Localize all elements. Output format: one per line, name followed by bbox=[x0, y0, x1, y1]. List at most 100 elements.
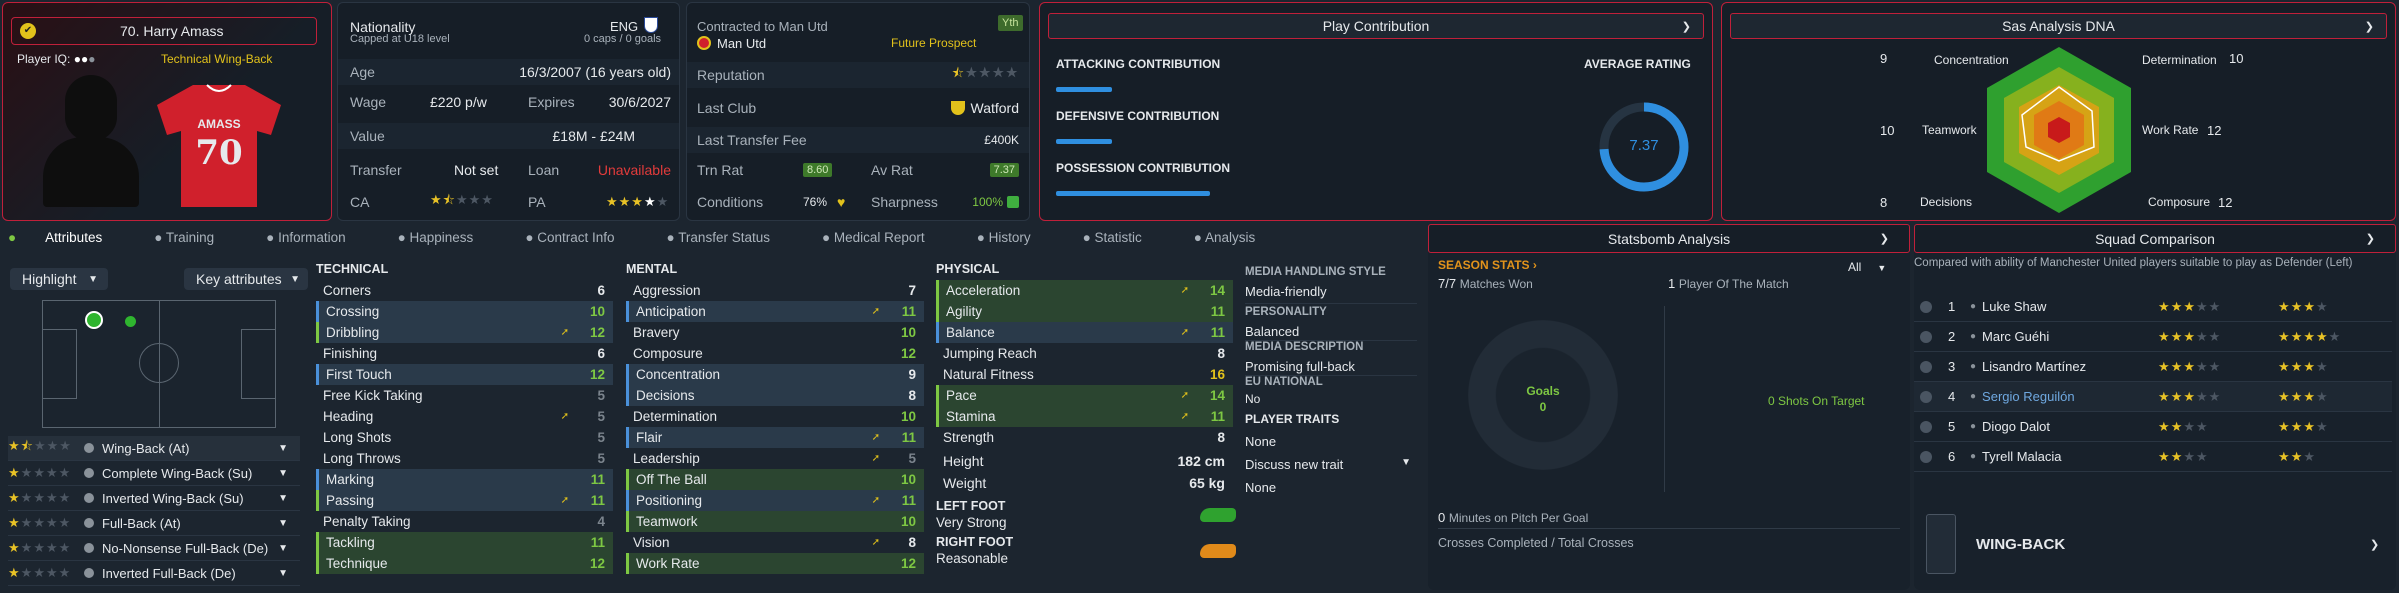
role-row[interactable]: ★★★★★ Full-Back (At) ▼ bbox=[8, 511, 300, 536]
attribute-row[interactable]: Crossing 10 bbox=[316, 301, 613, 322]
attribute-name: Jumping Reach bbox=[943, 346, 1037, 361]
value-row[interactable]: Value £18M - £24M bbox=[338, 123, 679, 149]
attribute-row[interactable]: Teamwork 10 bbox=[626, 511, 924, 532]
attribute-row[interactable]: Aggression 7 bbox=[626, 280, 924, 301]
attribute-row[interactable]: Flair 11 ➚ bbox=[626, 427, 924, 448]
attribute-value: 8 bbox=[908, 388, 916, 403]
attribute-row[interactable]: Agility 11 bbox=[936, 301, 1233, 322]
radio-icon[interactable] bbox=[1920, 360, 1932, 373]
attribute-row[interactable]: Composure 12 bbox=[626, 343, 924, 364]
attribute-row[interactable]: Leadership 5 ➚ bbox=[626, 448, 924, 469]
attribute-row[interactable]: Stamina 11 ➚ bbox=[936, 406, 1233, 427]
season-stats-link[interactable]: SEASON STATS › bbox=[1438, 258, 1537, 272]
player-name-box[interactable]: ✔ 70. Harry Amass bbox=[11, 17, 317, 45]
minutes-per-goal: 0 Minutes on Pitch Per Goal bbox=[1438, 510, 1588, 525]
squad-player-name[interactable]: Tyrell Malacia bbox=[1982, 449, 2158, 464]
attribute-row[interactable]: Acceleration 14 ➚ bbox=[936, 280, 1233, 301]
squad-player-name[interactable]: Luke Shaw bbox=[1982, 299, 2158, 314]
attribute-row[interactable]: Pace 14 ➚ bbox=[936, 385, 1233, 406]
attribute-row[interactable]: Concentration 9 bbox=[626, 364, 924, 385]
squad-player-name[interactable]: Marc Guéhi bbox=[1982, 329, 2158, 344]
tab-information[interactable]: ● Information bbox=[266, 230, 371, 248]
discuss-trait-dropdown[interactable]: Discuss new trait ▼ bbox=[1245, 457, 1417, 472]
attribute-row[interactable]: Dribbling 12 ➚ bbox=[316, 322, 613, 343]
role-row[interactable]: ★★★★★ Inverted Full-Back (De) ▼ bbox=[8, 561, 300, 586]
play-contribution-header[interactable]: Play Contribution ❯ bbox=[1048, 13, 1704, 39]
loan-value[interactable]: Unavailable bbox=[598, 162, 671, 178]
tab-happiness[interactable]: ● Happiness bbox=[398, 230, 500, 248]
attribute-row[interactable]: Off The Ball 10 bbox=[626, 469, 924, 490]
role-row[interactable]: ★⯪★★★ Wing-Back (At) ▼ bbox=[8, 436, 300, 461]
attribute-row[interactable]: Technique 12 bbox=[316, 553, 613, 574]
tab-training[interactable]: ● Training bbox=[154, 230, 240, 248]
last-club-value[interactable]: Watford bbox=[971, 100, 1020, 116]
key-attributes-dropdown[interactable]: Key attributes ▼ bbox=[184, 268, 308, 290]
statsbomb-header[interactable]: Statsbomb Analysis ❯ bbox=[1428, 224, 1910, 253]
radio-icon[interactable] bbox=[1920, 420, 1932, 433]
attribute-row[interactable]: Anticipation 11 ➚ bbox=[626, 301, 924, 322]
transfer-value[interactable]: Not set bbox=[454, 162, 498, 178]
club-name[interactable]: Man Utd bbox=[717, 36, 766, 51]
attribute-row[interactable]: Passing 11 ➚ bbox=[316, 490, 613, 511]
radio-icon[interactable] bbox=[1920, 330, 1932, 343]
filter-dropdown[interactable]: All ▼ bbox=[1848, 260, 1886, 274]
weight-value: 65 kg bbox=[1189, 474, 1225, 491]
squad-player-name[interactable]: Sergio Reguilón bbox=[1982, 389, 2158, 404]
attribute-row[interactable]: Balance 11 ➚ bbox=[936, 322, 1233, 343]
attribute-row[interactable]: Heading 5 ➚ bbox=[316, 406, 613, 427]
tab-medical-report[interactable]: ● Medical Report bbox=[822, 230, 951, 248]
attribute-value: 12 bbox=[900, 556, 916, 571]
attribute-name: Leadership bbox=[633, 451, 700, 466]
squad-player-name[interactable]: Diogo Dalot bbox=[1982, 419, 2158, 434]
attribute-row[interactable]: Work Rate 12 bbox=[626, 553, 924, 574]
tab-attributes[interactable]: ● Attributes bbox=[8, 230, 128, 248]
attribute-row[interactable]: Long Throws 5 bbox=[316, 448, 613, 469]
attribute-row[interactable]: Natural Fitness 16 bbox=[936, 364, 1233, 385]
nation-code[interactable]: ENG bbox=[610, 19, 638, 34]
attribute-row[interactable]: Positioning 11 ➚ bbox=[626, 490, 924, 511]
attribute-row[interactable]: Corners 6 bbox=[316, 280, 613, 301]
tab-statistic[interactable]: ● Statistic bbox=[1083, 230, 1168, 248]
attribute-row[interactable]: Finishing 6 bbox=[316, 343, 613, 364]
attribute-row[interactable]: Free Kick Taking 5 bbox=[316, 385, 613, 406]
chevron-down-icon[interactable]: ❯ bbox=[2370, 538, 2379, 551]
heart-icon: ♥ bbox=[837, 194, 846, 210]
attribute-row[interactable]: Long Shots 5 bbox=[316, 427, 613, 448]
role-row[interactable]: ★★★★★ Complete Wing-Back (Su) ▼ bbox=[8, 461, 300, 486]
attribute-row[interactable]: Marking 11 bbox=[316, 469, 613, 490]
squad-row[interactable]: 6 ● Tyrell Malacia ★★★★ ★★★ bbox=[1914, 442, 2392, 472]
radio-icon[interactable] bbox=[1920, 450, 1932, 463]
highlight-dropdown[interactable]: Highlight ▼ bbox=[10, 268, 108, 290]
squad-row[interactable]: 1 ● Luke Shaw ★★★★★ ★★★★ bbox=[1914, 292, 2392, 322]
contract-panel: Contracted to Man Utd Yth Man Utd Future… bbox=[686, 2, 1030, 221]
tab-analysis[interactable]: ● Analysis bbox=[1194, 230, 1281, 248]
squad-row[interactable]: 3 ● Lisandro Martínez ★★★★★ ★★★★ bbox=[1914, 352, 2392, 382]
radio-icon[interactable] bbox=[1920, 390, 1932, 403]
attribute-row[interactable]: Strength 8 bbox=[936, 427, 1233, 448]
squad-row[interactable]: 4 ● Sergio Reguilón ★★★★★ ★★★★ bbox=[1914, 382, 2392, 412]
chevron-down-icon: ❯ bbox=[1681, 20, 1691, 33]
tab-transfer-status[interactable]: ● Transfer Status bbox=[667, 230, 796, 248]
chevron-down-icon: ❯ bbox=[2364, 20, 2374, 33]
tab-contract-info[interactable]: ● Contract Info bbox=[525, 230, 640, 248]
dna-header[interactable]: Sas Analysis DNA ❯ bbox=[1730, 13, 2387, 39]
squad-player-name[interactable]: Lisandro Martínez bbox=[1982, 359, 2158, 374]
squad-row[interactable]: 5 ● Diogo Dalot ★★★★ ★★★★ bbox=[1914, 412, 2392, 442]
attribute-row[interactable]: Penalty Taking 4 bbox=[316, 511, 613, 532]
role-row[interactable]: ★★★★★ Inverted Wing-Back (Su) ▼ bbox=[8, 486, 300, 511]
info-icon bbox=[84, 443, 94, 453]
radio-icon[interactable] bbox=[1920, 300, 1932, 313]
chevron-down-icon: ▼ bbox=[278, 542, 288, 554]
attribute-row[interactable]: Tackling 11 bbox=[316, 532, 613, 553]
attribute-row[interactable]: Determination 10 bbox=[626, 406, 924, 427]
squad-row[interactable]: 2 ● Marc Guéhi ★★★★★ ★★★★★ bbox=[1914, 322, 2392, 352]
tab-history[interactable]: ● History bbox=[977, 230, 1057, 248]
attribute-row[interactable]: Decisions 8 bbox=[626, 385, 924, 406]
role-row[interactable]: ★★★★★ No-Nonsense Full-Back (De) ▼ bbox=[8, 536, 300, 561]
attribute-row[interactable]: Jumping Reach 8 bbox=[936, 343, 1233, 364]
attribute-row[interactable]: Vision 8 ➚ bbox=[626, 532, 924, 553]
dna-composure-value: 12 bbox=[2218, 195, 2233, 210]
attribute-row[interactable]: Bravery 10 bbox=[626, 322, 924, 343]
squad-header[interactable]: Squad Comparison ❯ bbox=[1914, 224, 2396, 253]
attribute-row[interactable]: First Touch 12 bbox=[316, 364, 613, 385]
